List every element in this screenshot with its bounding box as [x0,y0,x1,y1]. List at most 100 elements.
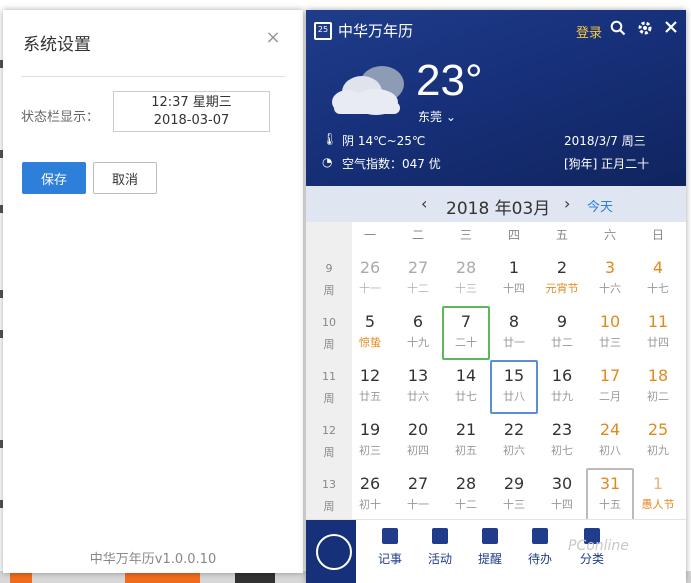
lunar-day: 愚人节 [641,498,675,511]
next-month-button[interactable]: › [564,194,570,213]
weekday-header: 一 [363,228,376,242]
divider [21,76,285,77]
calendar-day[interactable]: 7 二十 [442,306,490,360]
today-button[interactable]: 今天 [587,196,613,215]
calendar-day[interactable]: 27 十一 [394,468,442,522]
calendar-day[interactable]: 26 十一 [346,252,394,306]
status-bar-display[interactable]: 12:37 星期三 2018-03-07 [113,91,270,132]
toolbar-label: 提醒 [477,552,502,566]
aqi-icon: ◔ [322,155,333,169]
lunar-day: 十二 [455,498,477,511]
lunar-day: 初四 [407,444,429,457]
day-number: 17 [599,366,621,385]
lunar-day: 廿七 [455,390,477,403]
calendar-day[interactable]: 27 十二 [394,252,442,306]
toolbar-clipboard-button[interactable]: 待办 [520,528,560,567]
lunar-day: 十二 [407,282,429,295]
month-title: 2018 年03月 [446,199,551,219]
calendar-day[interactable]: 17 二月 [586,360,634,414]
lunar-day: 初八 [599,444,621,457]
calendar-day[interactable]: 5 惊蛰 [346,306,394,360]
calendar-day[interactable]: 21 初五 [442,414,490,468]
feather-pen-icon[interactable] [306,520,356,583]
lunar-day: 十四 [551,498,573,511]
lunar-day: 初十 [359,498,381,511]
calendar-day[interactable]: 20 初四 [394,414,442,468]
day-number: 4 [652,258,664,277]
login-link[interactable]: 登录 [576,22,602,41]
watermark: PConline [568,538,629,554]
status-bar-label: 状态栏显示： [21,110,100,125]
calendar-day[interactable]: 9 廿二 [538,306,586,360]
lunar-day: 廿九 [551,390,573,403]
settings-dialog: 系统设置 × 状态栏显示： 12:37 星期三 2018-03-07 保存 取消… [3,10,303,573]
version-text: 中华万年历v1.0.0.10 [89,552,217,567]
calendar-day[interactable]: 13 廿六 [394,360,442,414]
location-select[interactable]: 东莞 ⌄ [418,108,456,125]
calendar-day[interactable]: 8 廿一 [490,306,538,360]
weekday-header: 三 [459,228,472,242]
calendar-grid: 一二三四五六日 9 周 26 十一 27 十二 28 十三 1 十四 2 元宵节 3 十六 4 十七 10 周 5 惊蛰… [306,222,686,522]
calendar-day[interactable]: 28 十二 [442,468,490,522]
calendar-day[interactable]: 6 十九 [394,306,442,360]
toolbar-calendar-button[interactable]: 活动 [420,528,460,567]
lunar-day: 元宵节 [545,282,579,295]
status-time: 12:37 星期三 [151,95,232,110]
calendar-day[interactable]: 14 廿七 [442,360,490,414]
calendar-day[interactable]: 15 廿八 [490,360,538,414]
calendar-day[interactable]: 25 初九 [634,414,682,468]
calendar-day[interactable]: 24 初八 [586,414,634,468]
calendar-day[interactable]: 31 十五 [586,468,634,522]
toolbar-label: 记事 [377,552,402,566]
calendar-icon [432,528,448,544]
close-icon[interactable] [662,20,680,38]
calendar-day[interactable]: 26 初十 [346,468,394,522]
calendar-day[interactable]: 18 初二 [634,360,682,414]
cancel-button[interactable]: 取消 [93,162,157,194]
search-icon[interactable] [609,20,627,38]
thermometer-icon: 🌡 [322,132,338,146]
calendar-day[interactable]: 3 十六 [586,252,634,306]
weekday-header: 日 [651,228,664,242]
calendar-day[interactable]: 1 十四 [490,252,538,306]
air-quality: 空气指数：047 优 [342,157,441,171]
calendar-day[interactable]: 19 初三 [346,414,394,468]
calendar-day[interactable]: 16 廿九 [538,360,586,414]
toolbar-bell-button[interactable]: 提醒 [470,528,510,567]
calendar-day[interactable]: 28 十三 [442,252,490,306]
calendar-day[interactable]: 11 廿四 [634,306,682,360]
lunar-day: 廿四 [647,336,669,349]
day-number: 16 [551,366,573,385]
calendar-day[interactable]: 23 初七 [538,414,586,468]
lunar-day: 初七 [551,444,573,457]
day-number: 6 [412,312,424,331]
calendar-day[interactable]: 30 十四 [538,468,586,522]
calendar-day[interactable]: 29 十三 [490,468,538,522]
gear-icon[interactable] [636,20,654,38]
lunar-date: [狗年] 正月二十 [564,157,650,171]
day-number: 27 [407,258,429,277]
calendar-day[interactable]: 2 元宵节 [538,252,586,306]
lunar-day: 十五 [599,498,621,511]
save-button[interactable]: 保存 [22,162,86,194]
lunar-day: 初九 [647,444,669,457]
day-number: 15 [503,366,525,385]
toolbar-note-button[interactable]: 记事 [370,528,410,567]
day-number: 28 [455,258,477,277]
prev-month-button[interactable]: ‹ [421,194,427,213]
calendar-day[interactable]: 22 初六 [490,414,538,468]
day-number: 19 [359,420,381,439]
lunar-day: 十四 [503,282,525,295]
close-icon[interactable]: × [265,29,281,47]
lunar-day: 初三 [359,444,381,457]
weekday-header: 五 [555,228,568,242]
calendar-day[interactable]: 10 廿三 [586,306,634,360]
lunar-day: 十六 [599,282,621,295]
lunar-day: 十三 [503,498,525,511]
lunar-day: 二十 [455,336,477,349]
calendar-day[interactable]: 12 廿五 [346,360,394,414]
calendar-day[interactable]: 4 十七 [634,252,682,306]
dialog-title: 系统设置 [23,35,91,55]
calendar-day[interactable]: 1 愚人节 [634,468,682,522]
calendar-widget: 25 中华万年历 登录 23° 东莞 ⌄ 🌡 阴 14℃~25℃ 2018/3/… [306,10,686,583]
